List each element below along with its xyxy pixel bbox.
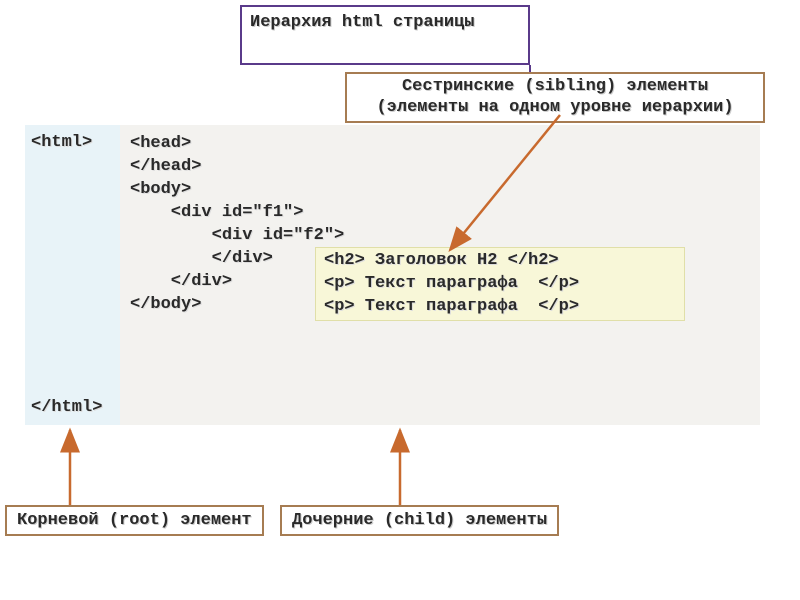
body-column: <head> </head> <body> <div id="f1"> <div… — [120, 125, 760, 425]
code-line: <body> — [130, 179, 754, 202]
child-label-box: Дочерние (child) элементы — [280, 505, 559, 536]
sibling-highlight-block: <h2> Заголовок H2 </h2> <p> Текст парагр… — [315, 247, 685, 321]
sibling-label-text: Сестринские (sibling) элементы (элементы… — [376, 77, 733, 117]
root-column: <html> </html> — [25, 125, 120, 425]
child-label-text: Дочерние (child) элементы — [292, 511, 547, 530]
code-line: <div id="f2"> — [130, 225, 754, 248]
sibling-label-box: Сестринские (sibling) элементы (элементы… — [345, 72, 765, 123]
code-line: <head> — [130, 133, 754, 156]
code-area: <html> </html> <head> </head> <body> <di… — [25, 125, 760, 425]
highlight-line: <p> Текст параграфа </p> — [324, 273, 676, 296]
code-line: <div id="f1"> — [130, 202, 754, 225]
html-open-tag: <html> — [31, 133, 114, 152]
highlight-line: <h2> Заголовок H2 </h2> — [324, 250, 676, 273]
root-label-box: Корневой (root) элемент — [5, 505, 264, 536]
root-label-text: Корневой (root) элемент — [17, 511, 252, 530]
highlight-line: <p> Текст параграфа </p> — [324, 296, 676, 319]
title-text: Иерархия html страницы — [250, 13, 474, 32]
code-line: </head> — [130, 156, 754, 179]
title-box: Иерархия html страницы — [240, 5, 530, 65]
html-close-tag: </html> — [31, 398, 114, 417]
